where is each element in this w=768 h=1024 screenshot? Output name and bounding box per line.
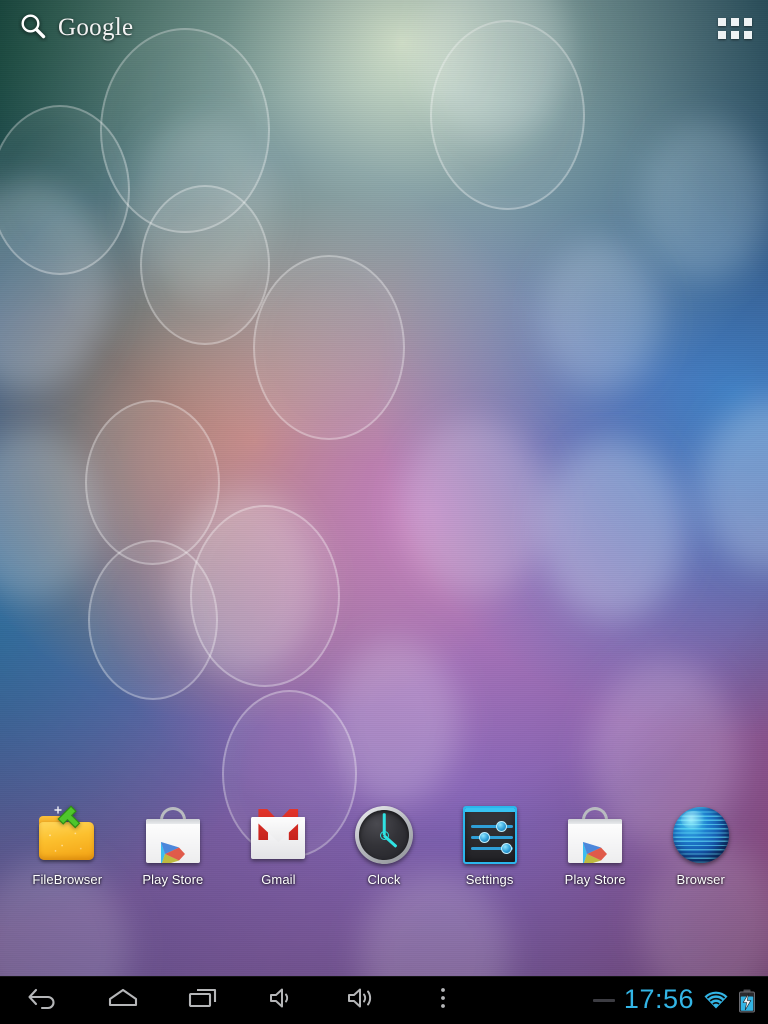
apps-grid-dot [718, 30, 726, 39]
dock-item-label: Gmail [261, 872, 296, 887]
volume-up-icon [346, 985, 380, 1016]
home-screen: Google FileBrowser Play Store Gmail Cloc… [0, 0, 768, 1024]
recent-apps-icon [186, 985, 220, 1016]
dock-item-gmail[interactable]: Gmail [241, 804, 316, 887]
status-bar[interactable]: 17:56 [592, 977, 768, 1024]
clock-icon [353, 804, 415, 866]
dock-item-label: FileBrowser [32, 872, 103, 887]
battery-charging-icon[interactable] [738, 989, 756, 1013]
status-separator-dash [592, 999, 615, 1002]
dock-item-browser[interactable]: Browser [663, 804, 738, 887]
dock-item-label: Browser [676, 872, 725, 887]
home-icon [106, 985, 140, 1016]
app-dock: FileBrowser Play Store Gmail Clock Setti… [0, 804, 768, 904]
apps-grid-dot [731, 30, 739, 39]
dock-item-label: Play Store [564, 872, 626, 887]
status-clock[interactable]: 17:56 [624, 986, 694, 1015]
search-icon [18, 12, 48, 47]
wifi-icon[interactable] [703, 990, 729, 1012]
volume-down-icon [266, 985, 300, 1016]
apps-grid-dot [744, 17, 752, 26]
apps-grid-dot [744, 30, 752, 39]
dock-item-filebrowser[interactable]: FileBrowser [30, 804, 105, 887]
system-navigation-bar: 17:56 [0, 976, 768, 1024]
volume-down-button[interactable] [258, 979, 308, 1023]
play-store-icon [142, 804, 204, 866]
apps-grid-icon[interactable] [718, 14, 752, 42]
nav-button-group [0, 977, 468, 1024]
dock-item-settings[interactable]: Settings [452, 804, 527, 887]
apps-grid-dot [718, 17, 726, 26]
google-search-widget[interactable]: Google [8, 8, 143, 50]
play-store-icon [564, 804, 626, 866]
more-vertical-icon [433, 985, 453, 1016]
apps-grid-dot [731, 17, 739, 26]
recents-button[interactable] [178, 979, 228, 1023]
back-button[interactable] [18, 979, 68, 1023]
dock-item-play-store-2[interactable]: Play Store [558, 804, 633, 887]
google-brand-label: Google [58, 14, 134, 41]
dock-item-label: Clock [367, 872, 401, 887]
dock-item-clock[interactable]: Clock [347, 804, 422, 887]
gmail-icon [247, 804, 309, 866]
settings-icon [459, 804, 521, 866]
dock-item-play-store[interactable]: Play Store [136, 804, 211, 887]
volume-up-button[interactable] [338, 979, 388, 1023]
dock-item-label: Play Store [142, 872, 204, 887]
dock-item-label: Settings [465, 872, 514, 887]
browser-globe-icon [670, 804, 732, 866]
overflow-menu-button[interactable] [418, 979, 468, 1023]
home-button[interactable] [98, 979, 148, 1023]
filebrowser-icon [36, 804, 98, 866]
back-arrow-icon [26, 985, 60, 1016]
